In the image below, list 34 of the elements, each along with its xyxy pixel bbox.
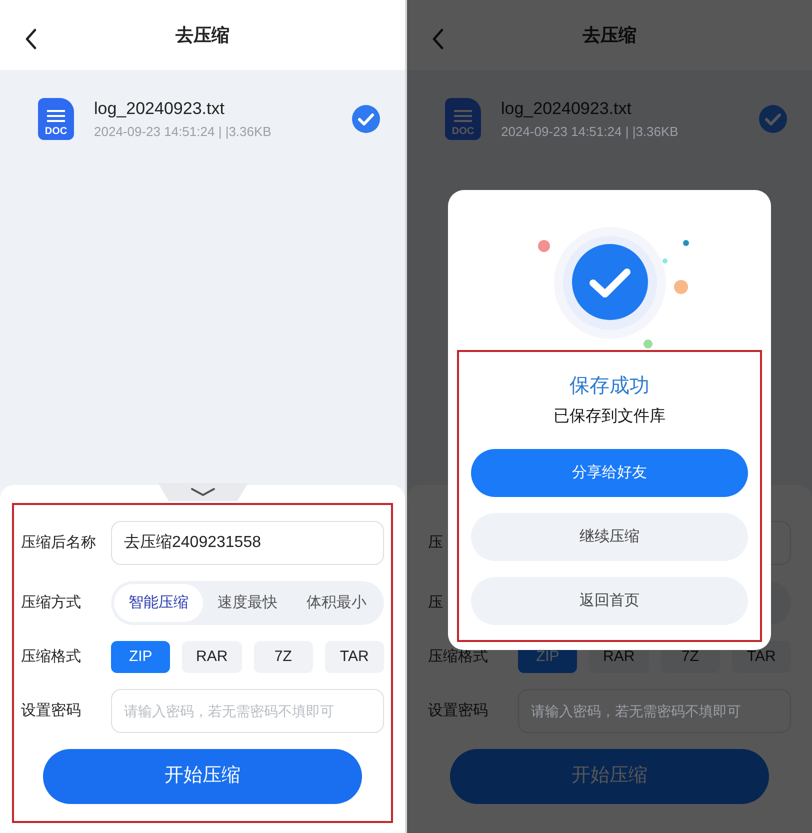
input-field[interactable]: 请输入密码，若无需密码不填即可 [518,689,791,733]
format-chip[interactable]: RAR [182,641,242,673]
dialog-button[interactable]: 返回首页 [471,577,748,625]
back-icon[interactable] [24,28,38,50]
input-field[interactable]: 去压缩2409231558 [111,521,384,565]
segment-option[interactable]: 智能压缩 [114,584,203,622]
dialog-button[interactable]: 分享给好友 [471,449,748,497]
chevron-down-icon [190,487,216,497]
field-label: 设置密码 [21,700,82,721]
format-chip[interactable]: 7Z [254,641,313,673]
check-icon[interactable] [351,104,381,134]
dialog-button[interactable]: 继续压缩 [471,513,748,561]
check-icon[interactable] [758,104,788,134]
doc-icon: DOC [445,98,481,140]
field-label: 压缩方式 [21,592,82,613]
file-meta: 2024-09-23 14:51:24 | |3.36KB [501,122,680,141]
dialog-subtitle: 已保存到文件库 [554,406,666,427]
start-compress-button[interactable]: 开始压缩 [43,749,362,804]
dialog-title: 保存成功 [570,374,650,399]
file-meta: 2024-09-23 14:51:24 | |3.36KB [94,122,272,141]
field-label: 压 [428,592,444,613]
file-name: log_20240923.txt [501,98,632,120]
field-label: 压缩格式 [21,646,82,667]
page-title: 去压缩 [582,24,636,46]
field-label: 压缩后名称 [21,532,97,553]
file-name: log_20240923.txt [94,98,226,120]
format-chip[interactable]: ZIP [111,641,170,673]
segment-option[interactable]: 速度最快 [203,584,292,622]
format-chip[interactable]: TAR [324,641,384,673]
page-title: 去压缩 [176,24,230,46]
segment-option[interactable]: 体积最小 [292,584,381,622]
field-label: 压 [428,532,444,553]
field-label: 设置密码 [428,700,489,721]
doc-icon: DOC [38,98,74,140]
